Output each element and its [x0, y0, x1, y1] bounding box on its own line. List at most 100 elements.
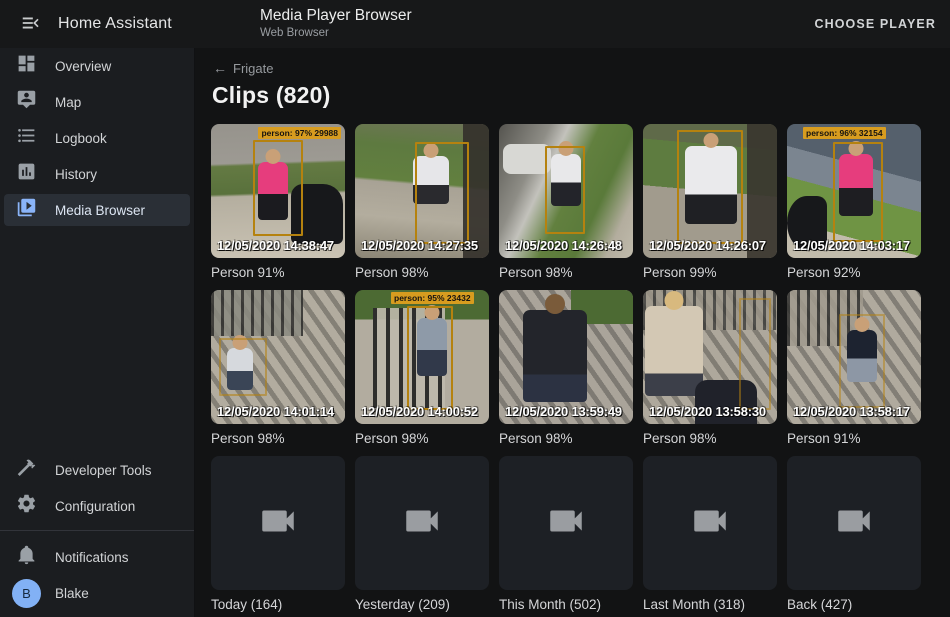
play-box-multiple-icon: [16, 197, 37, 223]
home-assistant-app: Home Assistant Media Player Browser Web …: [0, 0, 950, 617]
photo-object: [503, 144, 551, 174]
clip-thumbnail: person: 97% 29988 12/05/2020 14:38:47: [211, 124, 345, 258]
clip-timestamp-overlay: 12/05/2020 14:38:47: [217, 238, 334, 253]
list-bulleted-icon: [16, 125, 37, 151]
clips-grid: person: 97% 29988 12/05/2020 14:38:47 Pe…: [211, 124, 950, 614]
page-header-title: Media Player Browser: [260, 7, 412, 26]
clip-card[interactable]: 12/05/2020 14:26:48 Person 98%: [499, 124, 633, 282]
detection-label: person: 97% 29988: [258, 127, 341, 139]
view-dashboard-icon: [16, 53, 37, 79]
sidebar-item-label: Media Browser: [55, 203, 145, 218]
sidebar-item-configuration[interactable]: Configuration: [4, 490, 190, 522]
gear-icon: [16, 493, 37, 519]
clip-card[interactable]: 12/05/2020 13:58:30 Person 98%: [643, 290, 777, 448]
page-title: Clips (820): [212, 82, 950, 109]
clip-caption: Person 91%: [211, 265, 345, 282]
folder-card-today[interactable]: Today (164): [211, 456, 345, 614]
clip-caption: Person 98%: [355, 431, 489, 448]
video-camera-icon: [545, 500, 587, 547]
folder-tile: [211, 456, 345, 590]
folder-card-back[interactable]: Back (427): [787, 456, 921, 614]
detection-bounding-box: [219, 338, 267, 396]
sidebar-item-developer-tools[interactable]: Developer Tools: [4, 454, 190, 486]
sidebar-toggle-button[interactable]: [14, 7, 48, 41]
sidebar-item-logbook[interactable]: Logbook: [4, 122, 190, 154]
clip-card[interactable]: 12/05/2020 13:58:17 Person 91%: [787, 290, 921, 448]
sidebar-item-label: History: [55, 167, 97, 182]
sidebar-item-label: Notifications: [55, 550, 129, 565]
clip-card[interactable]: person: 95% 23432 12/05/2020 14:00:52 Pe…: [355, 290, 489, 448]
media-browser-content: ← Frigate Clips (820) person: 97% 29988 …: [195, 48, 950, 617]
clip-card[interactable]: person: 96% 32154 12/05/2020 14:03:17 Pe…: [787, 124, 921, 282]
clip-caption: Person 99%: [643, 265, 777, 282]
detection-bounding-box: [833, 142, 883, 242]
clip-card[interactable]: 12/05/2020 13:59:49 Person 98%: [499, 290, 633, 448]
detection-bounding-box: [415, 142, 469, 244]
detection-bounding-box: [407, 306, 453, 410]
chart-box-icon: [16, 161, 37, 187]
folder-label: Last Month (318): [643, 597, 777, 614]
clip-thumbnail: 12/05/2020 13:58:30: [643, 290, 777, 424]
clip-card[interactable]: 12/05/2020 14:27:35 Person 98%: [355, 124, 489, 282]
photo-figure: [645, 306, 703, 396]
clip-timestamp-overlay: 12/05/2020 14:26:48: [505, 238, 622, 253]
detection-label: person: 96% 32154: [803, 127, 886, 139]
video-camera-icon: [257, 500, 299, 547]
clip-timestamp-overlay: 12/05/2020 14:27:35: [361, 238, 478, 253]
choose-player-button[interactable]: CHOOSE PLAYER: [814, 0, 936, 48]
sidebar-item-label: Overview: [55, 59, 111, 74]
sidebar-item-history[interactable]: History: [4, 158, 190, 190]
sidebar: Overview Map Logbook History Media Brows…: [0, 48, 195, 617]
clip-thumbnail: 12/05/2020 14:01:14: [211, 290, 345, 424]
folder-label: Today (164): [211, 597, 345, 614]
sidebar-item-notifications[interactable]: Notifications: [4, 541, 190, 573]
page-header-subtitle: Web Browser: [260, 27, 412, 41]
folder-card-yesterday[interactable]: Yesterday (209): [355, 456, 489, 614]
folder-tile: [643, 456, 777, 590]
clip-caption: Person 98%: [643, 431, 777, 448]
folder-card-this-month[interactable]: This Month (502): [499, 456, 633, 614]
detection-bounding-box: [677, 130, 743, 244]
map-account-icon: [16, 89, 37, 115]
video-camera-icon: [689, 500, 731, 547]
sidebar-header: Home Assistant: [0, 7, 195, 41]
clip-caption: Person 91%: [787, 431, 921, 448]
avatar: B: [12, 579, 41, 608]
sidebar-item-overview[interactable]: Overview: [4, 50, 190, 82]
clip-timestamp-overlay: 12/05/2020 13:58:17: [793, 404, 910, 419]
detection-label: person: 95% 23432: [391, 292, 474, 304]
breadcrumb-back-frigate[interactable]: ← Frigate: [213, 60, 273, 76]
sidebar-item-label: Map: [55, 95, 81, 110]
detection-bounding-box: [545, 146, 585, 234]
sidebar-item-label: Configuration: [55, 499, 135, 514]
folder-label: This Month (502): [499, 597, 633, 614]
sidebar-divider: [0, 530, 194, 531]
clip-timestamp-overlay: 12/05/2020 14:26:07: [649, 238, 766, 253]
clip-timestamp-overlay: 12/05/2020 14:03:17: [793, 238, 910, 253]
photo-object: [211, 290, 303, 336]
folder-tile: [355, 456, 489, 590]
clip-card[interactable]: person: 97% 29988 12/05/2020 14:38:47 Pe…: [211, 124, 345, 282]
sidebar-item-profile[interactable]: B Blake: [4, 577, 190, 609]
clip-timestamp-overlay: 12/05/2020 13:59:49: [505, 404, 622, 419]
sidebar-spacer: [0, 228, 194, 452]
clip-thumbnail: person: 95% 23432 12/05/2020 14:00:52: [355, 290, 489, 424]
detection-bounding-box: [253, 140, 303, 236]
clip-thumbnail: 12/05/2020 14:26:07: [643, 124, 777, 258]
clip-caption: Person 98%: [355, 265, 489, 282]
clip-card[interactable]: 12/05/2020 14:26:07 Person 99%: [643, 124, 777, 282]
sidebar-item-map[interactable]: Map: [4, 86, 190, 118]
folder-label: Yesterday (209): [355, 597, 489, 614]
profile-name: Blake: [55, 586, 89, 601]
folder-tile: [787, 456, 921, 590]
detection-bounding-box: [839, 314, 885, 408]
folder-card-last-month[interactable]: Last Month (318): [643, 456, 777, 614]
sidebar-item-label: Developer Tools: [55, 463, 152, 478]
sidebar-item-media-browser[interactable]: Media Browser: [4, 194, 190, 226]
breadcrumb-label: Frigate: [233, 61, 273, 76]
clip-timestamp-overlay: 12/05/2020 14:00:52: [361, 404, 478, 419]
clip-card[interactable]: 12/05/2020 14:01:14 Person 98%: [211, 290, 345, 448]
bell-icon: [16, 544, 37, 570]
clip-thumbnail: 12/05/2020 14:27:35: [355, 124, 489, 258]
clip-caption: Person 98%: [211, 431, 345, 448]
